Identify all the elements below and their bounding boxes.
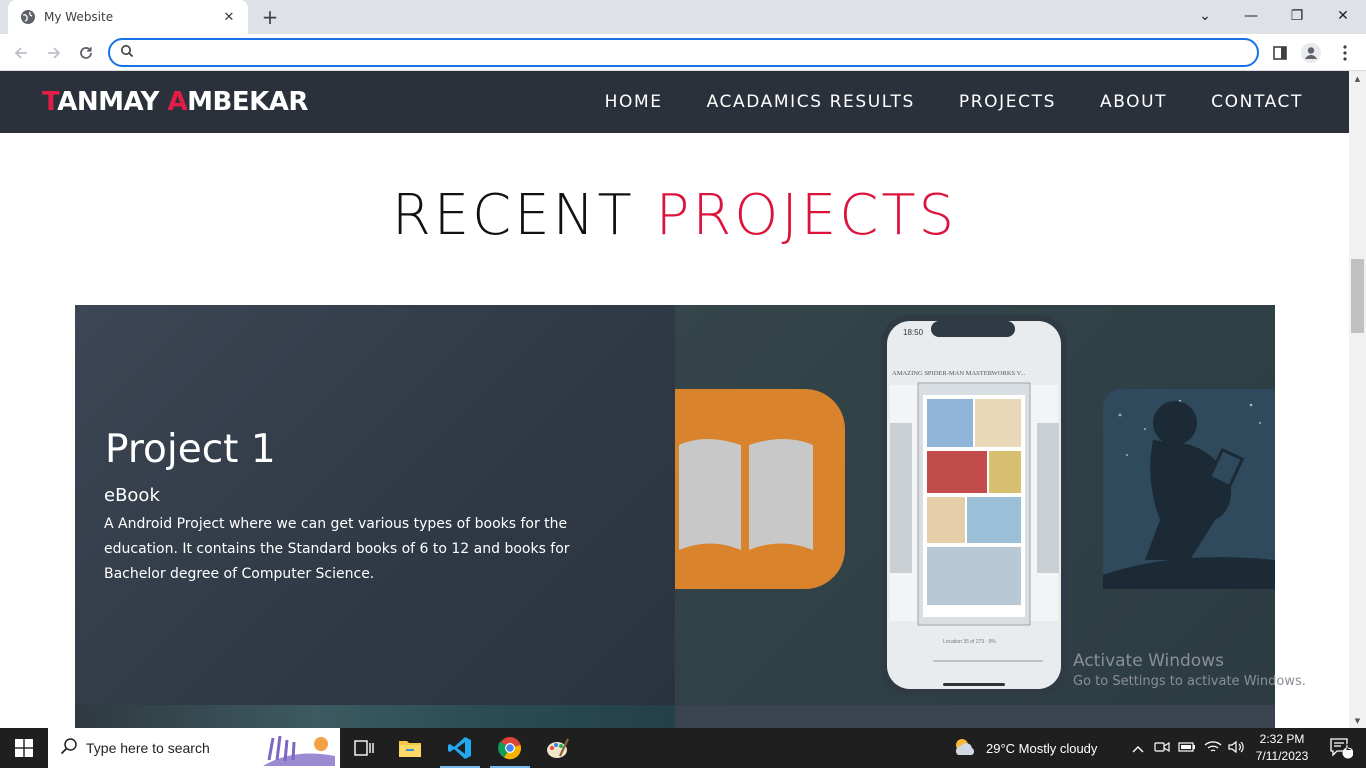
- brand-initial-a: A: [167, 87, 188, 117]
- nav-home[interactable]: HOME: [605, 92, 663, 112]
- address-input[interactable]: [140, 45, 1257, 60]
- activate-windows-watermark: Activate Windows Go to Settings to activ…: [1073, 651, 1306, 689]
- scroll-up-arrow-icon[interactable]: ▲: [1349, 71, 1366, 86]
- phone-book-title: AMAZING SPIDER-MAN MASTERWORKS V...: [892, 370, 1026, 377]
- web-page: TANMAY AMBEKAR HOME ACADAMICS RESULTS PR…: [0, 71, 1349, 728]
- back-arrow-icon[interactable]: [8, 40, 34, 66]
- taskbar-search-box[interactable]: Type here to search: [48, 728, 340, 768]
- tab-title: My Website: [44, 10, 114, 24]
- scroll-down-arrow-icon[interactable]: ▼: [1349, 713, 1366, 728]
- notification-badge: 2: [1346, 742, 1352, 752]
- reload-icon[interactable]: [73, 40, 99, 66]
- section-title-accent: PROJECTS: [655, 183, 958, 248]
- new-tab-button[interactable]: +: [258, 5, 282, 29]
- system-tray-icons: [1132, 728, 1246, 768]
- clock-date: 7/11/2023: [1255, 749, 1309, 763]
- file-explorer-icon[interactable]: [386, 728, 434, 768]
- tab-search-dropdown-icon[interactable]: ⌄: [1182, 0, 1228, 32]
- globe-icon: [20, 9, 36, 25]
- vscode-icon[interactable]: [436, 728, 484, 768]
- close-window-button[interactable]: ✕: [1320, 0, 1366, 32]
- nav-projects[interactable]: PROJECTS: [959, 92, 1056, 112]
- weather-text: 29°C Mostly cloudy: [986, 740, 1098, 756]
- next-project-card-preview: [75, 705, 1275, 728]
- site-logo[interactable]: TANMAY AMBEKAR: [42, 87, 308, 117]
- nav-about[interactable]: ABOUT: [1100, 92, 1167, 112]
- search-placeholder: Type here to search: [86, 740, 210, 756]
- browser-tab-strip: My Website ✕ + ⌄ — ❐ ✕: [0, 0, 1366, 34]
- page-scrollbar[interactable]: ▲ ▼: [1349, 71, 1366, 728]
- menu-kebab-icon[interactable]: [1332, 40, 1358, 66]
- weather-widget[interactable]: 29°C Mostly cloudy: [952, 728, 1097, 768]
- project-subtitle: eBook: [104, 485, 160, 506]
- nav-contact[interactable]: CONTACT: [1211, 92, 1303, 112]
- wifi-icon[interactable]: [1204, 740, 1222, 757]
- windows-taskbar: Type here to search 29°C Mostly cloudy 2…: [0, 728, 1366, 768]
- phone-clock: 18:50: [903, 328, 924, 337]
- watermark-line2: Go to Settings to activate Windows.: [1073, 674, 1306, 689]
- phone-location: Location 35 of 273 · 9%: [943, 639, 996, 645]
- profile-avatar-icon[interactable]: [1298, 40, 1324, 66]
- brand-initial-t: T: [42, 87, 58, 117]
- notification-center-icon[interactable]: 2: [1316, 728, 1366, 768]
- project-card[interactable]: Project 1 eBook A Android Project where …: [75, 305, 1275, 705]
- minimize-button[interactable]: —: [1228, 0, 1274, 32]
- windows-start-icon[interactable]: [0, 728, 48, 768]
- restore-button[interactable]: ❐: [1274, 0, 1320, 32]
- project-info-panel: Project 1 eBook A Android Project where …: [75, 305, 675, 705]
- nav-academics-results[interactable]: ACADAMICS RESULTS: [707, 92, 915, 112]
- paint-icon[interactable]: [534, 728, 582, 768]
- forward-arrow-icon[interactable]: [41, 40, 67, 66]
- cloudy-weather-icon: [952, 737, 978, 760]
- tab-close-icon[interactable]: ✕: [220, 8, 238, 26]
- search-icon: [120, 43, 134, 62]
- battery-icon[interactable]: [1178, 741, 1196, 756]
- browser-tab[interactable]: My Website ✕: [8, 0, 248, 34]
- phone-mockup: 18:50 AMAZING SPIDER-MAN MASTERWORKS V..…: [881, 315, 1067, 695]
- brand-first-name: ANMAY: [57, 87, 168, 117]
- side-panel-icon[interactable]: [1267, 40, 1293, 66]
- system-clock[interactable]: 2:32 PM 7/11/2023: [1244, 731, 1320, 765]
- address-bar[interactable]: [108, 38, 1259, 67]
- task-view-icon[interactable]: [340, 728, 388, 768]
- watermark-line1: Activate Windows: [1073, 651, 1224, 671]
- section-title: RECENT PROJECTS: [0, 183, 1349, 248]
- meet-now-icon[interactable]: [1154, 740, 1170, 757]
- kindle-app-icon: [1103, 389, 1275, 589]
- books-app-icon: [675, 389, 845, 589]
- project-title: Project 1: [105, 427, 276, 472]
- project-image: 18:50 AMAZING SPIDER-MAN MASTERWORKS V..…: [675, 305, 1275, 705]
- search-icon: [60, 737, 78, 759]
- lavender-field-icon: [263, 730, 335, 768]
- scroll-thumb[interactable]: [1351, 259, 1364, 333]
- nav-links: HOME ACADAMICS RESULTS PROJECTS ABOUT CO…: [605, 92, 1303, 112]
- chevron-up-icon[interactable]: [1132, 741, 1144, 756]
- section-title-plain: RECENT: [391, 183, 656, 248]
- clock-time: 2:32 PM: [1259, 732, 1305, 746]
- chrome-icon[interactable]: [486, 728, 534, 768]
- site-navbar: TANMAY AMBEKAR HOME ACADAMICS RESULTS PR…: [0, 71, 1349, 133]
- browser-toolbar: [0, 34, 1366, 71]
- project-description: A Android Project where we can get vario…: [104, 516, 570, 582]
- brand-last-name: MBEKAR: [187, 87, 308, 117]
